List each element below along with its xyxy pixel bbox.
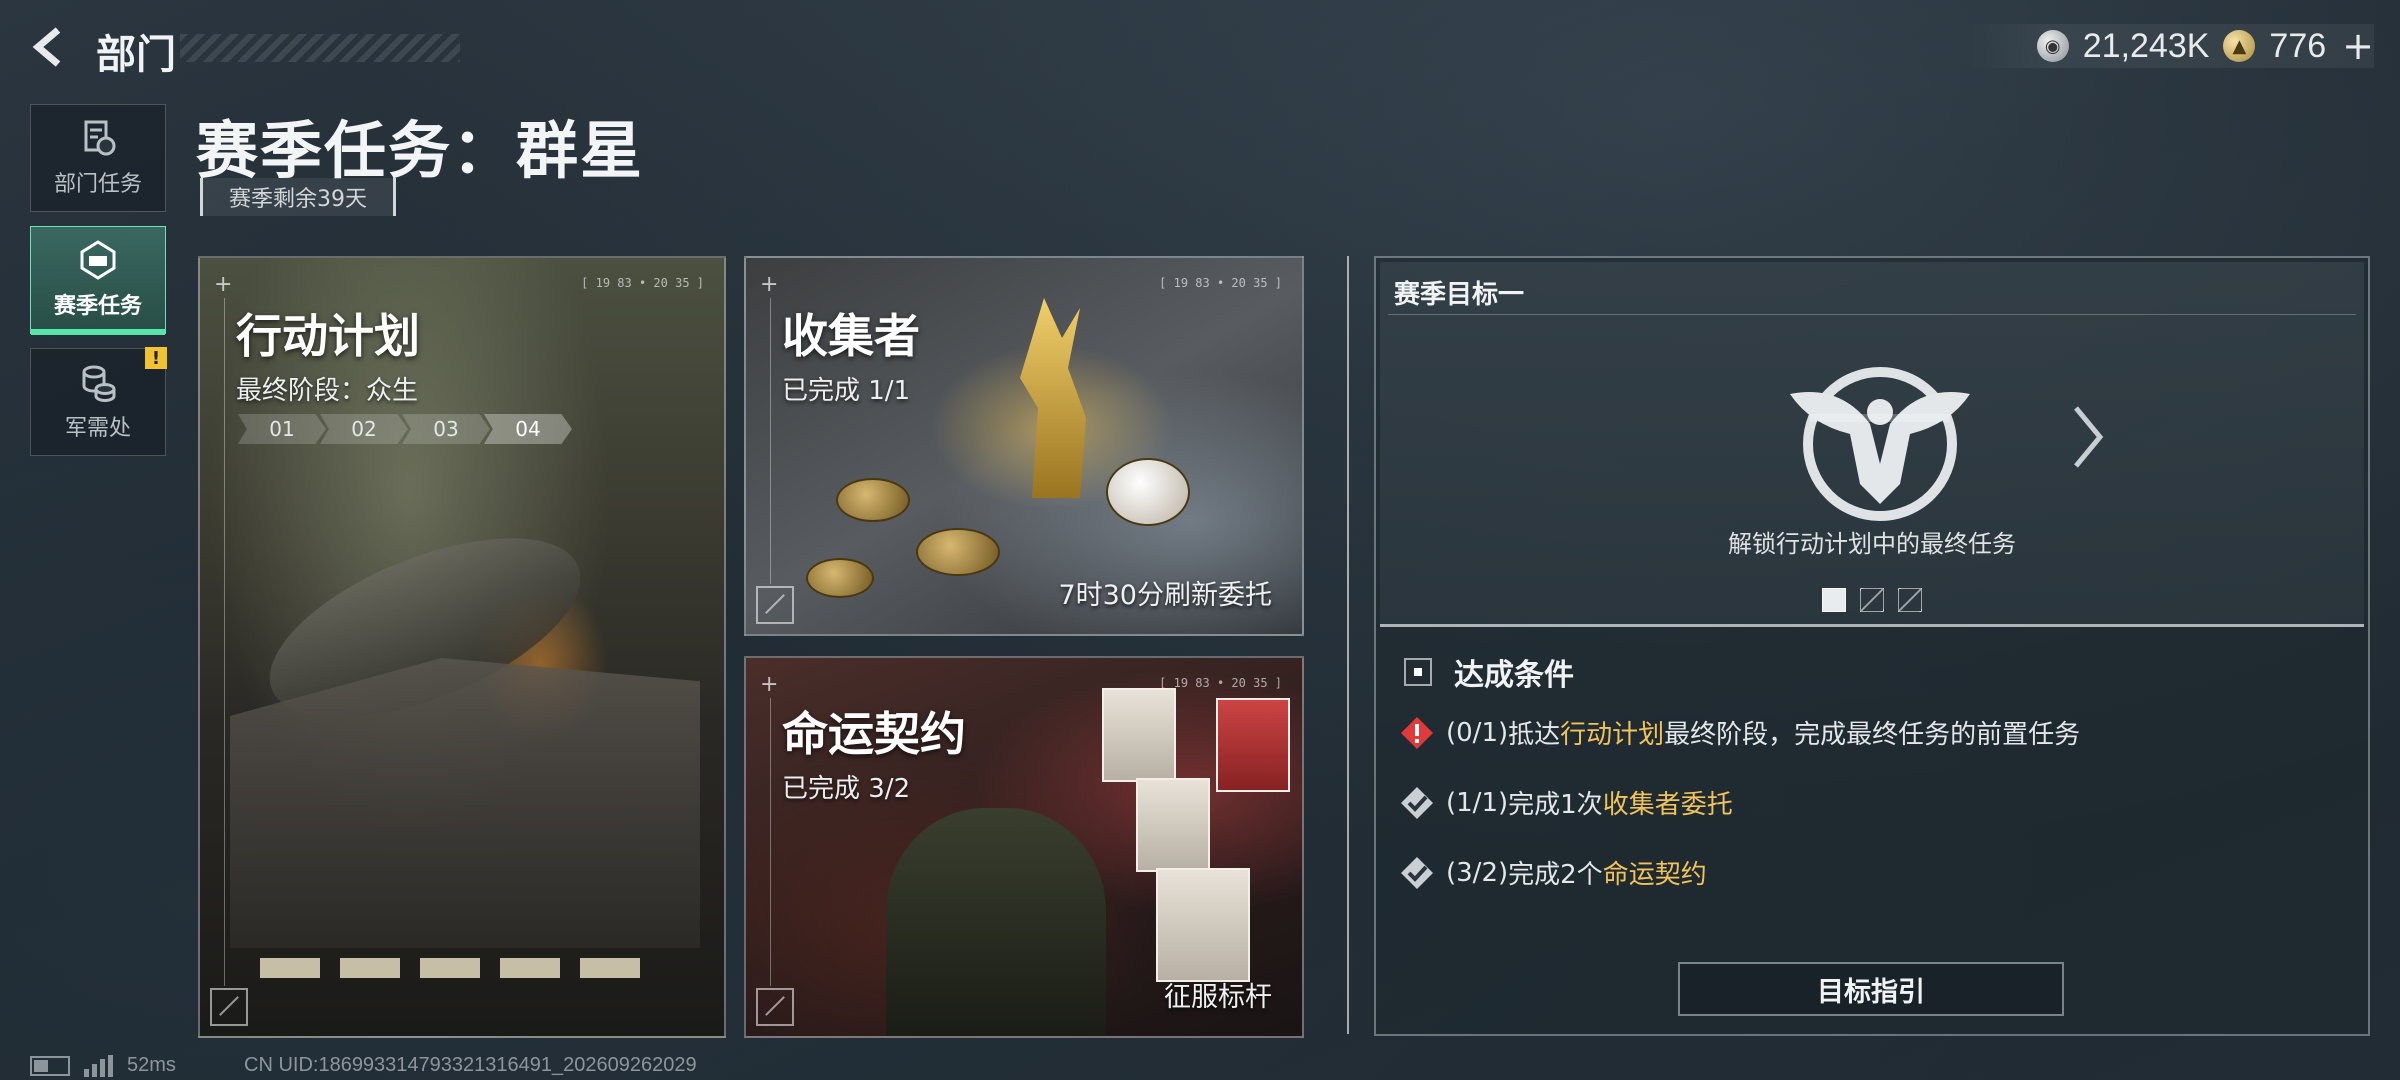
crosshair-icon: + xyxy=(214,272,233,297)
card-title: 行动计划 xyxy=(236,309,420,363)
section-divider xyxy=(1347,256,1349,1034)
season-remaining-label: 赛季剩余39天 xyxy=(200,178,396,216)
hud-coordinates: [ 19 83 • 20 35 ] xyxy=(1159,676,1282,690)
sidebar-item-season-tasks[interactable]: 赛季任务 xyxy=(30,226,166,335)
crosshair-icon: + xyxy=(760,672,779,697)
condition-row: (0/1) 抵达 行动计划 最终阶段，完成最终任务的前置任务 xyxy=(1400,714,2080,751)
fate-artwork-photo xyxy=(1156,868,1250,982)
page-title: 赛季任务：群星 xyxy=(196,114,645,187)
condition-highlight: 收集者委托 xyxy=(1602,790,1733,820)
stage-step: 02 xyxy=(320,414,408,444)
card-title: 命运契约 xyxy=(782,707,966,761)
condition-highlight: 行动计划 xyxy=(1560,720,1665,750)
back-arrow-icon[interactable] xyxy=(28,24,74,70)
plan-artwork-building xyxy=(230,658,700,948)
target-separator xyxy=(1380,624,2364,627)
collector-artwork-coin xyxy=(806,558,874,598)
collector-card[interactable]: + [ 19 83 • 20 35 ] 收集者 已完成 1/1 7时30分刷新委… xyxy=(744,256,1304,636)
next-target-arrow-icon[interactable] xyxy=(2068,402,2108,472)
corner-expand-icon xyxy=(756,586,794,624)
condition-progress: (1/1) xyxy=(1446,787,1509,818)
pager-dot-active[interactable] xyxy=(1822,588,1846,612)
corner-expand-icon xyxy=(210,988,248,1026)
condition-row: (1/1) 完成1次 收集者委托 xyxy=(1400,784,1733,821)
sidebar-item-label: 部门任务 xyxy=(53,172,142,197)
stage-step-current: 04 xyxy=(484,414,572,444)
check-diamond-icon xyxy=(1401,856,1433,889)
target-title: 赛季目标一 xyxy=(1394,280,1525,310)
card-subtitle: 已完成 1/1 xyxy=(782,376,911,406)
eagle-emblem-icon xyxy=(1790,367,1970,521)
coin-stack-icon xyxy=(82,365,116,402)
collector-artwork-deer xyxy=(1020,298,1086,498)
condition-progress: (0/1) xyxy=(1446,717,1509,748)
card-title: 收集者 xyxy=(782,309,920,363)
season-badge-icon xyxy=(80,240,116,280)
task-list-icon xyxy=(84,120,116,156)
status-bar: 52ms xyxy=(30,1054,176,1077)
card-guide-line xyxy=(770,298,771,584)
warning-diamond-icon xyxy=(1401,716,1433,749)
condition-text: 完成1次 xyxy=(1508,790,1603,820)
sidebar-item-department-tasks[interactable]: 部门任务 xyxy=(30,104,166,212)
hud-coordinates: [ 19 83 • 20 35 ] xyxy=(581,276,704,290)
pager-dot-locked[interactable] xyxy=(1860,588,1884,612)
gold-currency-value: 776 xyxy=(2269,26,2327,65)
ping-value: 52ms xyxy=(127,1054,176,1076)
target-guide-button[interactable]: 目标指引 xyxy=(1678,962,2064,1016)
action-plan-card[interactable]: + [ 19 83 • 20 35 ] 行动计划 最终阶段：众生 01 02 0… xyxy=(198,256,726,1038)
silver-currency-value: 21,243K xyxy=(2082,26,2210,65)
stage-step: 03 xyxy=(402,414,490,444)
fate-contract-card[interactable]: + [ 19 83 • 20 35 ] 命运契约 已完成 3/2 征服标杆 xyxy=(744,656,1304,1038)
fate-artwork-photo xyxy=(1102,688,1176,782)
sidebar-item-label: 赛季任务 xyxy=(53,294,142,319)
target-description: 解锁行动计划中的最终任务 xyxy=(1728,530,2016,558)
plan-artwork-windows xyxy=(260,958,640,978)
fate-artwork-figure xyxy=(886,808,1106,1036)
conditions-title: 达成条件 xyxy=(1454,658,1574,693)
conditions-header: 达成条件 xyxy=(1404,650,1574,694)
season-target-panel: 赛季目标一 解锁行动计划中的最终任务 达成条件 (0/1) 抵达 行动计划 最终阶段，… xyxy=(1374,256,2370,1036)
condition-row: (3/2) 完成2个 命运契约 xyxy=(1400,854,1707,891)
check-diamond-icon xyxy=(1401,786,1433,819)
stage-progress: 01 02 03 04 xyxy=(238,414,572,444)
collector-artwork-cup xyxy=(1106,458,1190,526)
currency-bar: ◉ 21,243K ▲ 776 + xyxy=(1966,24,2374,68)
card-guide-line xyxy=(770,698,771,986)
sidebar-item-label: 军需处 xyxy=(64,416,131,441)
signal-icon xyxy=(84,1054,113,1077)
condition-text: 最终阶段，完成最终任务的前置任务 xyxy=(1664,720,2081,750)
add-currency-button[interactable]: + xyxy=(2342,24,2374,68)
condition-progress: (3/2) xyxy=(1446,857,1509,888)
crosshair-icon: + xyxy=(760,272,779,297)
stage-step: 01 xyxy=(238,414,326,444)
sidebar-item-quartermaster[interactable]: 军需处 ! xyxy=(30,347,167,456)
refresh-timer: 7时30分刷新委托 xyxy=(1058,580,1272,611)
collector-artwork-coin xyxy=(836,478,910,522)
fate-artwork-photo xyxy=(1136,778,1210,872)
card-guide-line xyxy=(224,298,225,986)
target-pager xyxy=(1380,588,2364,612)
alert-badge: ! xyxy=(145,347,167,369)
card-subtitle: 已完成 3/2 xyxy=(782,774,911,804)
gold-coin-icon: ▲ xyxy=(2223,30,2256,62)
pager-dot-locked[interactable] xyxy=(1898,588,1922,612)
hud-coordinates: [ 19 83 • 20 35 ] xyxy=(1159,276,1282,290)
uid-label: CN UID:18699331479332131649​1_2026092620… xyxy=(244,1054,697,1076)
page-header-title: 部门 xyxy=(96,32,176,78)
target-title-rule xyxy=(1388,314,2356,315)
battery-icon xyxy=(30,1055,70,1076)
condition-text: 完成2个 xyxy=(1508,860,1603,890)
fate-artwork-poster xyxy=(1216,698,1290,792)
header-decoration xyxy=(180,34,460,62)
conditions-marker-icon xyxy=(1404,658,1432,686)
corner-expand-icon xyxy=(756,988,794,1026)
card-subtitle: 最终阶段：众生 xyxy=(236,376,419,406)
collector-artwork-coin xyxy=(916,528,1000,576)
target-showcase: 赛季目标一 解锁行动计划中的最终任务 xyxy=(1380,262,2364,624)
silver-coin-icon: ◉ xyxy=(2036,30,2069,62)
condition-text: 抵达 xyxy=(1508,720,1561,750)
condition-highlight: 命运契约 xyxy=(1602,860,1707,890)
card-footer-label: 征服标杆 xyxy=(1164,982,1272,1013)
